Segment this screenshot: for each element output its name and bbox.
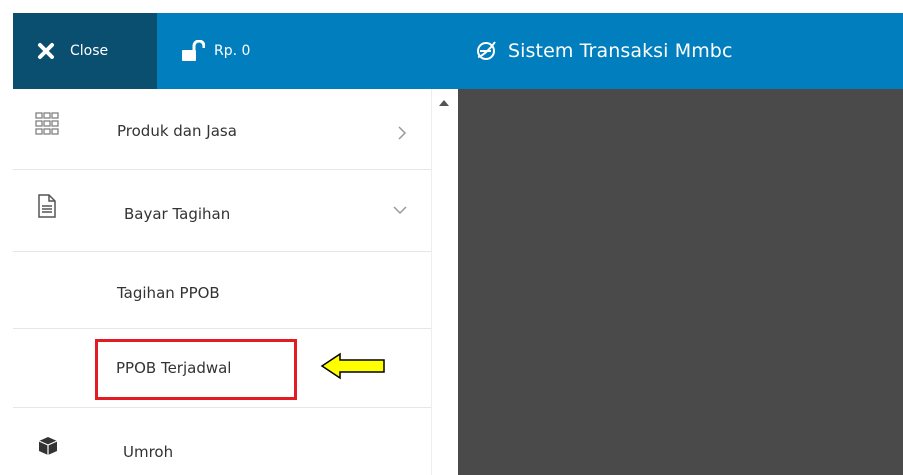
sidebar-item-bayar-tagihan[interactable]: Bayar Tagihan [13,170,431,252]
close-icon [36,41,56,61]
sidebar-menu: Produk dan Jasa Bayar Tagihan Tagihan PP… [13,89,431,475]
sidebar-item-produk-dan-jasa[interactable]: Produk dan Jasa [13,89,431,170]
browser-icon [475,40,497,62]
sidebar-subitem-label: PPOB Terjadwal [116,359,232,377]
chevron-down-icon [393,202,407,216]
box-icon [38,436,62,460]
balance-label: Rp. 0 [214,43,251,59]
unlock-icon [181,39,206,62]
title-text: Sistem Transaksi Mmbc [508,40,733,62]
sidebar-scrollbar[interactable] [431,89,458,475]
sidebar-item-label: Produk dan Jasa [117,122,237,140]
scroll-up-arrow-icon[interactable] [438,93,450,106]
balance-button[interactable]: Rp. 0 [181,39,251,62]
sidebar-subitem-tagihan-ppob[interactable]: Tagihan PPOB [13,252,431,329]
sidebar-item-umroh[interactable]: Umroh [13,408,431,475]
content-area [458,89,903,475]
sidebar-subitem-ppob-terjadwal[interactable]: PPOB Terjadwal [13,329,431,408]
document-icon [37,194,61,218]
sidebar-item-label: Bayar Tagihan [124,205,231,223]
app-window: Close Rp. 0 Sistem Transaksi Mmbc Produk… [0,0,903,475]
chevron-right-icon [395,125,409,140]
close-label: Close [70,43,109,59]
sidebar-subitem-label: Tagihan PPOB [117,284,220,302]
app-title: Sistem Transaksi Mmbc [475,13,733,89]
grid-icon [35,112,59,136]
sidebar-item-label: Umroh [123,443,174,461]
top-bar: Close Rp. 0 Sistem Transaksi Mmbc [13,13,903,89]
close-button[interactable]: Close [13,13,157,89]
